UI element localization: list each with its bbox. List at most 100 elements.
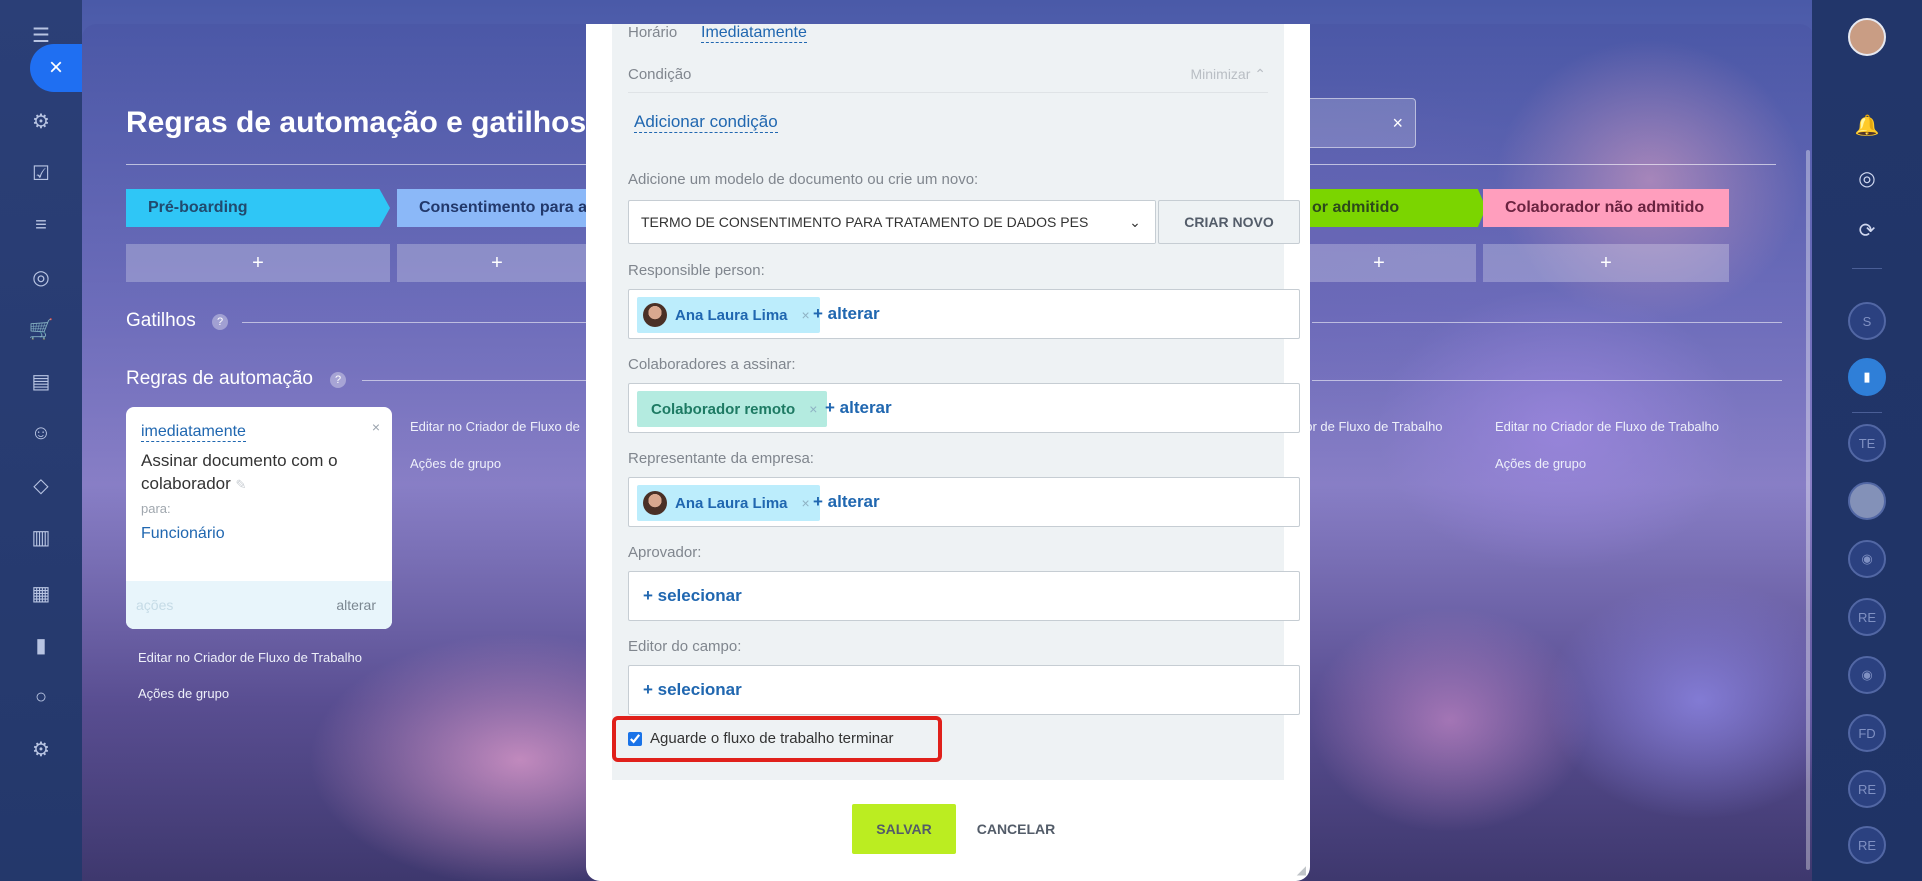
- change-link[interactable]: + alterar: [813, 492, 880, 512]
- time-value-link[interactable]: Imediatamente: [701, 24, 807, 43]
- company-rep-label: Representante da empresa:: [628, 450, 814, 467]
- wait-workflow-option: Aguarde o fluxo de trabalho terminar: [612, 716, 942, 762]
- target-icon[interactable]: ◎: [1852, 163, 1882, 193]
- chevron-up-icon: ⌃: [1254, 66, 1266, 82]
- chat-avatar[interactable]: S: [1848, 302, 1886, 340]
- chat-avatar[interactable]: RE: [1848, 598, 1886, 636]
- group-actions-link[interactable]: Ações de grupo: [1495, 456, 1586, 471]
- field-editor-label: Editor do campo:: [628, 638, 742, 655]
- close-icon[interactable]: ×: [372, 419, 380, 435]
- select-link[interactable]: + selecionar: [643, 586, 742, 606]
- template-value: TERMO DE CONSENTIMENTO PARA TRATAMENTO D…: [641, 214, 1089, 230]
- chat-avatar-image[interactable]: [1848, 482, 1886, 520]
- user-name: Ana Laura Lima: [675, 494, 788, 512]
- group-name: Colaborador remoto: [651, 400, 796, 418]
- company-rep-field[interactable]: Ana Laura Lima × + alterar: [628, 477, 1300, 527]
- tasks-icon[interactable]: ☑: [28, 160, 54, 186]
- avatar: [643, 303, 667, 327]
- divider: [1852, 268, 1882, 269]
- help-icon[interactable]: ?: [212, 314, 228, 330]
- add-stage-rule-button[interactable]: +: [1483, 244, 1729, 282]
- user-chip[interactable]: Ana Laura Lima ×: [637, 485, 820, 521]
- robot-icon[interactable]: ☺: [28, 420, 54, 446]
- rule-timing-link[interactable]: imediatamente: [141, 423, 246, 442]
- add-stage-rule-button[interactable]: +: [126, 244, 390, 282]
- user-chip[interactable]: Ana Laura Lima ×: [637, 297, 820, 333]
- group-actions-link[interactable]: Ações de grupo: [410, 456, 501, 471]
- add-condition-link[interactable]: Adicionar condição: [634, 112, 778, 133]
- minimize-label: Minimizar: [1190, 66, 1251, 82]
- chat-group-icon[interactable]: ◉: [1848, 540, 1886, 578]
- minimize-toggle[interactable]: Minimizar ⌃: [1190, 66, 1266, 83]
- stage-admitted[interactable]: or admitido: [1282, 189, 1486, 227]
- resize-handle-icon[interactable]: ◢: [1297, 863, 1306, 877]
- stage-not-admitted[interactable]: Colaborador não admitido: [1483, 189, 1729, 227]
- contact-card-icon[interactable]: ▤: [28, 368, 54, 394]
- divider: [628, 92, 1268, 93]
- remove-icon[interactable]: ×: [802, 495, 810, 511]
- edit-in-workflow-designer-link[interactable]: dor de Fluxo de Trabalho: [1298, 419, 1443, 434]
- chat-avatar[interactable]: RE: [1848, 770, 1886, 808]
- responsible-field[interactable]: Ana Laura Lima × + alterar: [628, 289, 1300, 339]
- triggers-heading: Gatilhos: [126, 310, 196, 331]
- add-stage-rule-button[interactable]: +: [1282, 244, 1476, 282]
- signers-field[interactable]: Colaborador remoto × + alterar: [628, 383, 1300, 433]
- rule-for-label: para:: [141, 501, 171, 516]
- wait-workflow-label[interactable]: Aguarde o fluxo de trabalho terminar: [650, 730, 893, 747]
- select-link[interactable]: + selecionar: [643, 680, 742, 700]
- close-slider-button[interactable]: ×: [30, 44, 82, 92]
- building-icon[interactable]: ▥: [28, 524, 54, 550]
- bell-icon[interactable]: 🔔: [1852, 110, 1882, 140]
- change-link[interactable]: + alterar: [813, 304, 880, 324]
- pipeline-icon[interactable]: ⚙: [28, 108, 54, 134]
- add-stage-rule-button[interactable]: +: [397, 244, 597, 282]
- chart-icon[interactable]: ▮: [28, 632, 54, 658]
- clear-icon[interactable]: ×: [1392, 113, 1403, 134]
- circle-icon[interactable]: ○: [28, 684, 54, 710]
- create-new-button[interactable]: CRIAR NOVO: [1158, 200, 1300, 244]
- stage-consent[interactable]: Consentimento para as: [397, 189, 597, 227]
- signers-label: Colaboradores a assinar:: [628, 356, 796, 373]
- user-name: Ana Laura Lima: [675, 306, 788, 324]
- chat-group-icon[interactable]: ◉: [1848, 656, 1886, 694]
- remove-icon[interactable]: ×: [809, 401, 817, 417]
- template-select[interactable]: TERMO DE CONSENTIMENTO PARA TRATAMENTO D…: [628, 200, 1156, 244]
- field-editor-field[interactable]: + selecionar: [628, 665, 1300, 715]
- settings-icon[interactable]: ⚙: [28, 736, 54, 762]
- chat-avatar[interactable]: TE: [1848, 424, 1886, 462]
- group-chip[interactable]: Colaborador remoto ×: [637, 391, 828, 427]
- change-link[interactable]: + alterar: [825, 398, 892, 418]
- divider: [242, 322, 602, 323]
- stage-pre-boarding[interactable]: Pré-boarding: [126, 189, 390, 227]
- group-actions-link[interactable]: Ações de grupo: [138, 686, 229, 701]
- edit-in-workflow-designer-link[interactable]: Editar no Criador de Fluxo de Trabalho: [1495, 419, 1719, 434]
- cube-icon[interactable]: ◇: [28, 472, 54, 498]
- bookmark-icon[interactable]: ▮: [1848, 358, 1886, 396]
- remove-icon[interactable]: ×: [802, 307, 810, 323]
- cart-icon[interactable]: 🛒: [28, 316, 54, 342]
- edit-rule-link[interactable]: alterar: [336, 597, 376, 613]
- rule-card[interactable]: imediatamente × Assinar documento com o …: [126, 407, 392, 629]
- funnel-icon[interactable]: ≡: [28, 212, 54, 238]
- user-avatar[interactable]: [1848, 18, 1886, 56]
- chat-avatar[interactable]: RE: [1848, 826, 1886, 864]
- approver-label: Aprovador:: [628, 544, 702, 561]
- calendar-icon[interactable]: ▦: [28, 580, 54, 606]
- help-icon[interactable]: ?: [330, 372, 346, 388]
- actions-label: ações: [136, 597, 174, 613]
- edit-in-workflow-designer-link[interactable]: Editar no Criador de Fluxo de Trabalho: [138, 650, 362, 665]
- save-button[interactable]: SALVAR: [852, 804, 956, 854]
- cancel-button[interactable]: CANCELAR: [970, 804, 1062, 854]
- rule-recipient[interactable]: Funcionário: [141, 525, 225, 543]
- scrollbar[interactable]: [1806, 150, 1810, 870]
- divider: [1852, 412, 1882, 413]
- sync-icon[interactable]: ⟳: [1852, 215, 1882, 245]
- page-title: Regras de automação e gatilhos: [126, 106, 587, 139]
- edit-in-workflow-designer-link[interactable]: Editar no Criador de Fluxo de: [410, 419, 580, 434]
- avatar: [643, 491, 667, 515]
- chat-avatar[interactable]: FD: [1848, 714, 1886, 752]
- pencil-icon[interactable]: ✎: [236, 477, 247, 492]
- wait-workflow-checkbox[interactable]: [628, 732, 642, 746]
- approver-field[interactable]: + selecionar: [628, 571, 1300, 621]
- target-icon[interactable]: ◎: [28, 264, 54, 290]
